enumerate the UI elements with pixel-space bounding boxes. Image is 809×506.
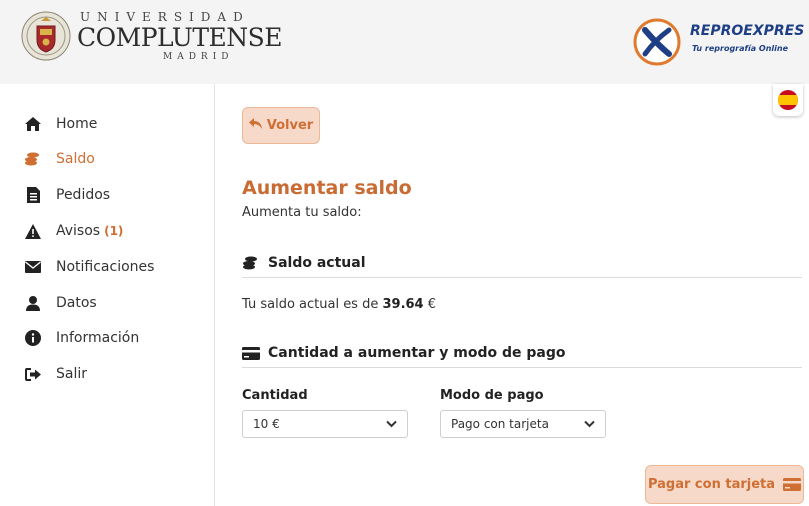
balance-heading-text: Saldo actual (268, 255, 366, 271)
sidebar-item-saldo[interactable]: Saldo (24, 148, 95, 170)
payment-heading-text: Cantidad a aumentar y modo de pago (268, 345, 566, 361)
sidebar-item-notificaciones[interactable]: Notificaciones (24, 256, 154, 278)
credit-card-icon (783, 478, 802, 491)
back-button-label: Volver (266, 118, 314, 133)
chevron-down-icon (386, 420, 397, 428)
university-city: MADRID (163, 52, 234, 62)
current-balance-text: Tu saldo actual es de 39.64 € (242, 297, 436, 312)
sidebar-item-salir[interactable]: Salir (24, 363, 87, 385)
payment-method-label: Modo de pago (440, 388, 544, 403)
sidebar-item-label: Datos (56, 295, 97, 311)
avisos-count-badge: (1) (104, 224, 124, 238)
brand-title: REPROEXPRES (690, 23, 805, 39)
pay-button-label: Pagar con tarjeta (647, 477, 776, 492)
payment-method-value: Pago con tarjeta (451, 417, 549, 431)
balance-section-heading: Saldo actual (242, 255, 366, 271)
header: UNIVERSIDAD COMPLUTENSE MADRID REPROEXPR… (0, 0, 809, 84)
payment-section-heading: Cantidad a aumentar y modo de pago (242, 345, 565, 361)
sidebar-item-label: Notificaciones (56, 259, 155, 275)
sidebar-item-avisos[interactable]: Avisos (1) (24, 220, 123, 242)
sidebar-item-home[interactable]: Home (24, 113, 97, 135)
sidebar-item-label: Avisos (56, 223, 101, 239)
sidebar-item-label: Home (56, 116, 98, 132)
sidebar-item-datos[interactable]: Datos (24, 292, 97, 314)
sidebar-item-label: Saldo (56, 151, 95, 167)
reply-arrow-icon (248, 118, 263, 133)
reproexpres-logo-icon (633, 18, 681, 66)
divider (242, 277, 802, 278)
payment-method-select[interactable]: Pago con tarjeta (440, 410, 606, 438)
amount-select-value: 10 € (253, 417, 280, 431)
sidebar-item-pedidos[interactable]: Pedidos (24, 184, 110, 206)
sidebar: Home Saldo Pedidos Avisos (1) Notificaci… (0, 84, 215, 506)
warning-icon (24, 222, 42, 240)
pay-with-card-button[interactable]: Pagar con tarjeta (645, 465, 804, 504)
sign-out-icon (24, 365, 42, 383)
balance-prefix: Tu saldo actual es de (242, 297, 379, 312)
info-icon (24, 329, 42, 347)
coins-icon (24, 150, 42, 168)
coins-icon (242, 256, 260, 270)
credit-card-icon (242, 346, 260, 360)
document-icon (24, 186, 42, 204)
sidebar-item-label: Información (56, 330, 140, 346)
sidebar-item-informacion[interactable]: Información (24, 327, 139, 349)
page-subtitle: Aumenta tu saldo: (242, 205, 362, 220)
spain-flag-icon (778, 90, 798, 110)
university-crest-icon (21, 11, 71, 61)
user-icon (24, 294, 42, 312)
brand-subtitle: Tu reprografía Online (692, 44, 789, 53)
home-icon (24, 115, 42, 133)
language-selector[interactable] (773, 84, 803, 116)
balance-currency: € (427, 297, 437, 312)
back-button[interactable]: Volver (242, 107, 320, 144)
sidebar-item-label: Salir (56, 366, 88, 382)
amount-label: Cantidad (242, 388, 308, 403)
balance-amount: 39.64 (382, 297, 424, 312)
envelope-icon (24, 258, 42, 276)
sidebar-item-label: Pedidos (56, 187, 111, 203)
university-name-top: UNIVERSIDAD (80, 10, 250, 24)
page-title: Aumentar saldo (242, 177, 412, 199)
divider (242, 367, 802, 368)
chevron-down-icon (584, 420, 595, 428)
amount-select[interactable]: 10 € (242, 410, 408, 438)
university-name: COMPLUTENSE (77, 23, 283, 52)
